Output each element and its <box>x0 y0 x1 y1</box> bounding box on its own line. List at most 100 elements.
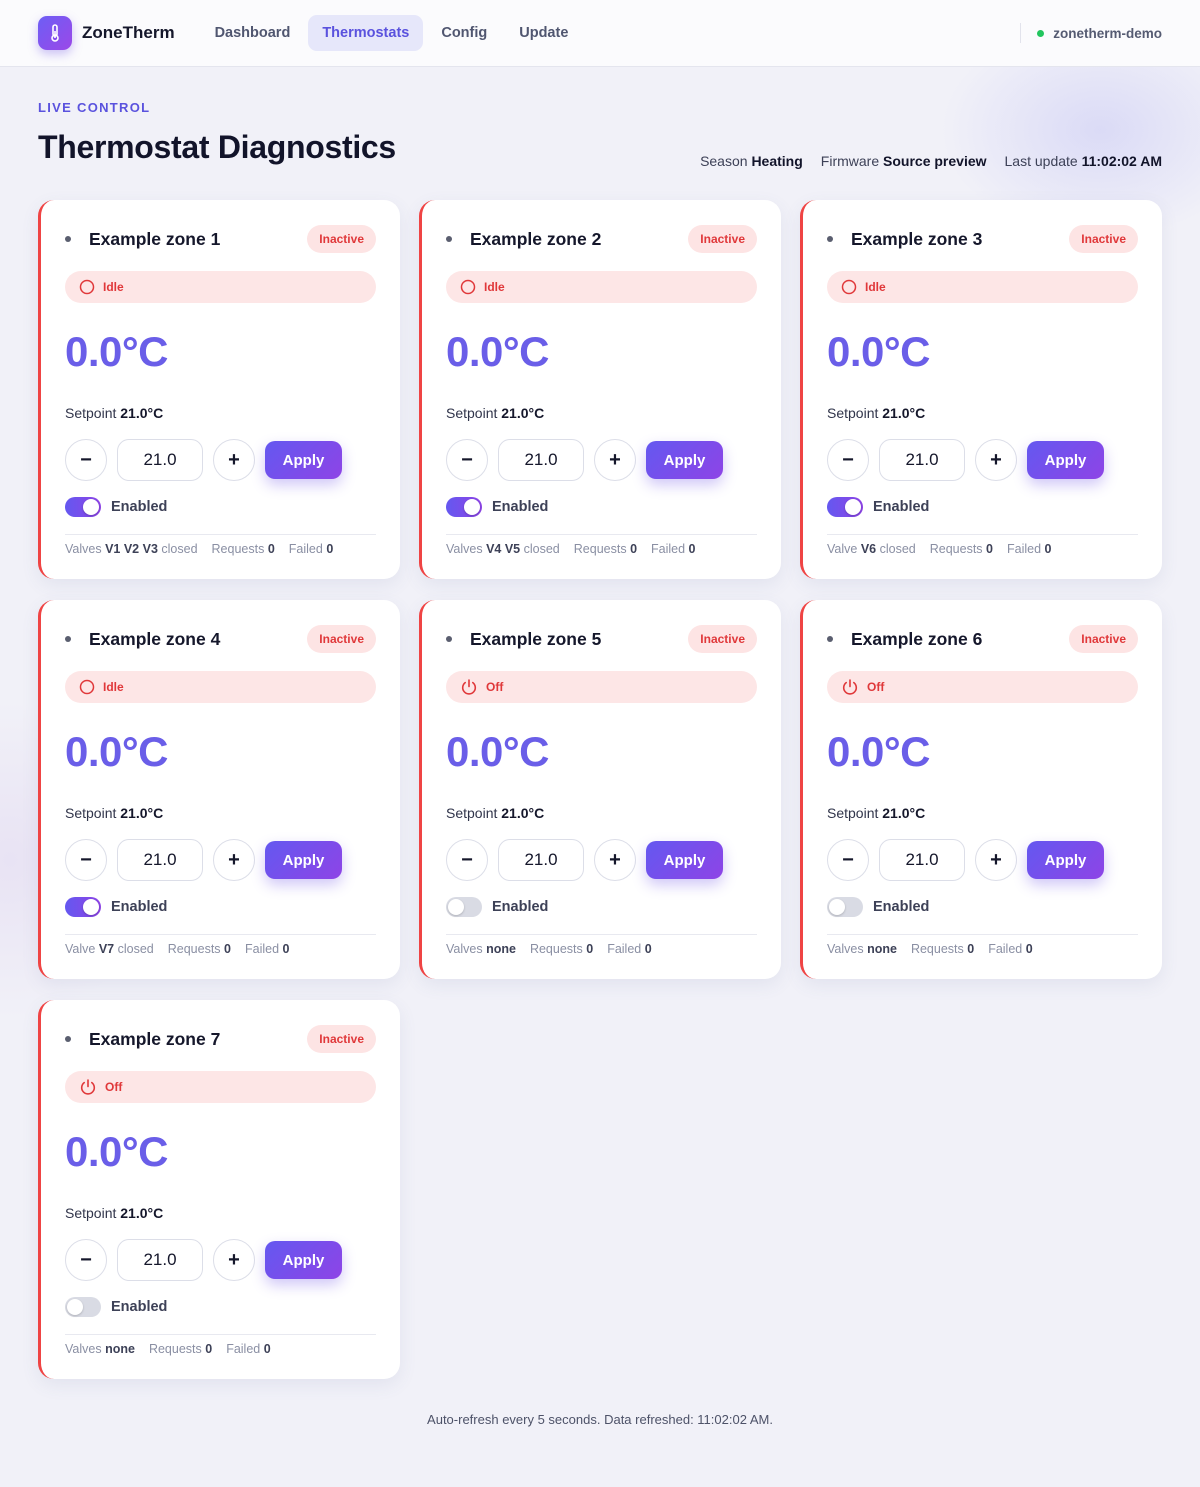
enabled-toggle[interactable] <box>827 497 863 517</box>
setpoint-input[interactable] <box>498 439 584 481</box>
apply-button[interactable]: Apply <box>646 441 723 479</box>
failed-stat: Failed 0 <box>226 1342 270 1356</box>
requests-stat: Requests 0 <box>930 542 993 556</box>
apply-button[interactable]: Apply <box>265 1241 342 1279</box>
enabled-toggle[interactable] <box>446 497 482 517</box>
decrease-button[interactable]: − <box>446 439 488 481</box>
failed-label: Failed <box>651 542 686 556</box>
increase-button[interactable]: + <box>594 839 636 881</box>
failed-label: Failed <box>1007 542 1042 556</box>
zone-state-label: Off <box>867 680 885 694</box>
zone-status-dot <box>446 636 452 642</box>
enabled-toggle[interactable] <box>446 897 482 917</box>
zone-stats: Valves none Requests 0 Failed 0 <box>446 934 757 956</box>
enabled-toggle[interactable] <box>65 897 101 917</box>
zone-header: Example zone 1 Inactive <box>65 200 376 278</box>
valves-state: closed <box>117 942 154 956</box>
status-badge: Inactive <box>688 225 757 253</box>
setpoint-label: Setpoint <box>446 405 498 421</box>
apply-button[interactable]: Apply <box>646 841 723 879</box>
setpoint-row: Setpoint 21.0°C <box>65 805 376 821</box>
zone-temperature: 0.0°C <box>65 1128 169 1175</box>
enabled-label: Enabled <box>492 499 549 515</box>
decrease-button[interactable]: − <box>827 839 869 881</box>
increase-button[interactable]: + <box>594 439 636 481</box>
decrease-button[interactable]: − <box>65 1239 107 1281</box>
increase-button[interactable]: + <box>213 439 255 481</box>
zone-stats: Valves V1 V2 V3 closed Requests 0 Failed… <box>65 534 376 556</box>
zone-state-label: Off <box>105 1080 123 1094</box>
zone-temperature: 0.0°C <box>65 728 169 775</box>
setpoint-input[interactable] <box>879 439 965 481</box>
apply-button[interactable]: Apply <box>265 441 342 479</box>
requests-value: 0 <box>267 542 275 556</box>
increase-button[interactable]: + <box>975 439 1017 481</box>
requests-label: Requests <box>573 542 627 556</box>
requests-stat: Requests 0 <box>911 942 974 956</box>
nav-update[interactable]: Update <box>505 15 582 51</box>
apply-button[interactable]: Apply <box>1027 441 1104 479</box>
setpoint-input[interactable] <box>117 839 203 881</box>
toggle-knob <box>464 499 480 515</box>
setpoint-value: 21.0°C <box>882 805 926 821</box>
setpoint-value: 21.0°C <box>882 405 926 421</box>
setpoint-label: Setpoint <box>65 805 117 821</box>
enabled-row: Enabled <box>446 897 757 917</box>
zone-name: Example zone 2 <box>470 228 602 249</box>
toggle-knob <box>829 899 845 915</box>
setpoint-value: 21.0°C <box>501 805 545 821</box>
season-meta: Season Heating <box>700 153 803 169</box>
requests-label: Requests <box>910 942 964 956</box>
decrease-button[interactable]: − <box>65 839 107 881</box>
setpoint-value: 21.0°C <box>501 405 545 421</box>
zone-status-dot <box>827 236 833 242</box>
setpoint-input[interactable] <box>498 839 584 881</box>
valves-value: V4 V5 <box>486 542 521 556</box>
valves-stat: Valves V4 V5 closed <box>446 542 560 556</box>
setpoint-input[interactable] <box>117 1239 203 1281</box>
enabled-label: Enabled <box>111 1299 168 1315</box>
decrease-button[interactable]: − <box>827 439 869 481</box>
zone-header: Example zone 5 Inactive <box>446 600 757 678</box>
failed-label: Failed <box>226 1342 261 1356</box>
zone-header: Example zone 7 Inactive <box>65 1000 376 1078</box>
nav-thermostats[interactable]: Thermostats <box>308 15 424 51</box>
apply-button[interactable]: Apply <box>265 841 342 879</box>
decrease-button[interactable]: − <box>446 839 488 881</box>
firmware-label: Firmware <box>820 153 880 169</box>
zone-card: Example zone 2 Inactive Idle 0.0°C Setpo… <box>419 200 781 579</box>
page-title: Thermostat Diagnostics <box>38 129 396 165</box>
setpoint-row: Setpoint 21.0°C <box>65 1205 376 1221</box>
increase-button[interactable]: + <box>975 839 1017 881</box>
enabled-toggle[interactable] <box>827 897 863 917</box>
toggle-knob <box>67 1299 83 1315</box>
thermometer-icon[interactable] <box>38 16 72 50</box>
firmware-meta: Firmware Source preview <box>821 153 987 169</box>
setpoint-input[interactable] <box>879 839 965 881</box>
setpoint-label: Setpoint <box>65 1205 117 1221</box>
zone-status-dot <box>827 636 833 642</box>
decrease-button[interactable]: − <box>65 439 107 481</box>
enabled-row: Enabled <box>827 497 1138 517</box>
requests-label: Requests <box>167 942 221 956</box>
valves-value: none <box>486 942 516 956</box>
enabled-toggle[interactable] <box>65 1297 101 1317</box>
failed-label: Failed <box>245 942 280 956</box>
enabled-toggle[interactable] <box>65 497 101 517</box>
nav-config[interactable]: Config <box>427 15 501 51</box>
top-bar: ZoneTherm Dashboard Thermostats Config U… <box>0 0 1200 67</box>
zone-name: Example zone 5 <box>470 628 602 649</box>
increase-button[interactable]: + <box>213 1239 255 1281</box>
zone-name: Example zone 1 <box>89 228 221 249</box>
apply-button[interactable]: Apply <box>1027 841 1104 879</box>
requests-value: 0 <box>986 542 993 556</box>
requests-value: 0 <box>586 942 594 956</box>
increase-button[interactable]: + <box>213 839 255 881</box>
valves-label: Valve <box>65 942 96 956</box>
status-badge: Inactive <box>1069 625 1138 653</box>
failed-label: Failed <box>988 942 1023 956</box>
app-name[interactable]: ZoneTherm <box>82 23 175 43</box>
valves-stat: Valve V6 closed <box>827 542 916 556</box>
setpoint-input[interactable] <box>117 439 203 481</box>
nav-dashboard[interactable]: Dashboard <box>201 15 305 51</box>
